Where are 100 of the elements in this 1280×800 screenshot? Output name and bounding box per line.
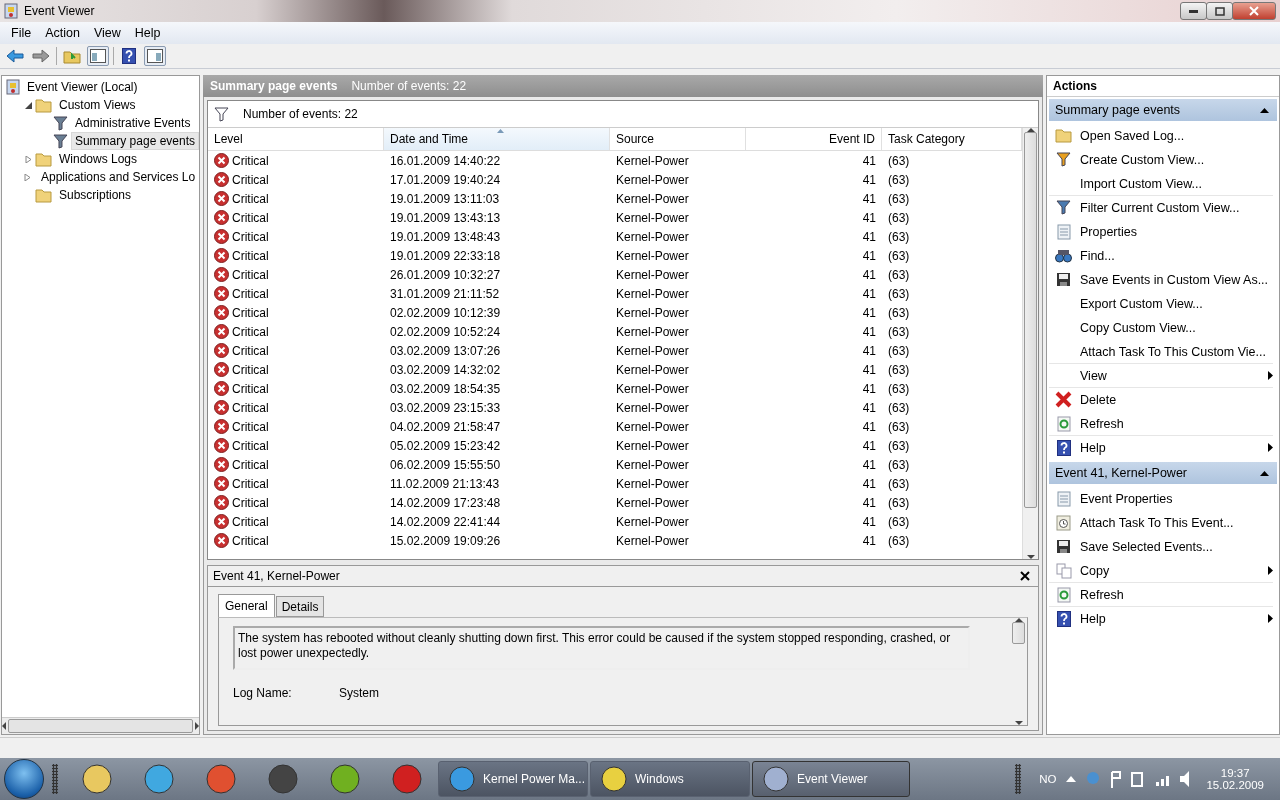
maximize-button[interactable] <box>1206 2 1233 20</box>
show-hidden-icons-icon[interactable] <box>1066 776 1077 782</box>
table-cell-text: (63) <box>887 324 911 339</box>
tree-item[interactable]: Applications and Services Lo <box>37 168 200 186</box>
command-link[interactable]: Properties <box>1049 220 1273 244</box>
command-link[interactable]: Attach Task To This Custom Vie... <box>1049 340 1273 364</box>
command-link[interactable]: Open Saved Log... <box>1049 124 1273 148</box>
pinned-app-icon[interactable] <box>390 763 424 795</box>
scroll-up-arrow-icon[interactable] <box>1026 128 1035 132</box>
collapse-icon[interactable] <box>1260 470 1269 476</box>
vertical-scrollbar[interactable] <box>1010 618 1027 725</box>
taskbar-button[interactable]: Kernel Power Ma... <box>438 761 588 797</box>
menu-item[interactable]: Action <box>38 26 87 40</box>
minimize-button[interactable] <box>1180 2 1207 20</box>
tree-item[interactable]: Custom Views <box>55 96 140 114</box>
table-cell-text: 11.02.2009 21:13:43 <box>389 476 501 491</box>
command-link[interactable]: Event Properties <box>1049 487 1273 511</box>
show-tree-button[interactable] <box>87 46 109 66</box>
table-cell: Critical <box>208 229 384 244</box>
scroll-right-arrow-icon[interactable] <box>195 722 199 730</box>
folder-icon <box>35 97 52 113</box>
menu-item[interactable]: File <box>4 26 39 40</box>
scrollbar-thumb[interactable] <box>1012 622 1025 644</box>
column-header[interactable]: Date and Time <box>384 128 610 150</box>
command-link[interactable]: Attach Task To This Event... <box>1049 511 1273 535</box>
close-button[interactable] <box>1232 2 1276 20</box>
horizontal-scrollbar[interactable] <box>2 717 199 734</box>
command-link[interactable]: Copy <box>1049 559 1273 583</box>
command-link[interactable]: Refresh <box>1049 583 1273 607</box>
table-cell-text: (63) <box>887 362 911 377</box>
critical-icon <box>214 153 229 168</box>
tree-item[interactable]: Windows Logs <box>55 150 142 168</box>
taskbar-button[interactable]: Event Viewer <box>752 761 910 797</box>
back-button[interactable] <box>4 46 26 66</box>
clock[interactable]: 19:37 15.02.2009 <box>1206 767 1264 791</box>
copy-icon <box>1055 562 1072 579</box>
command-link[interactable]: Export Custom View... <box>1049 292 1273 316</box>
table-cell-text: (63) <box>887 514 911 529</box>
collapsed-arrow-icon[interactable] <box>24 173 31 181</box>
menu-item[interactable]: View <box>86 26 128 40</box>
table-cell-text: (63) <box>887 267 911 282</box>
pinned-app-icon[interactable] <box>204 763 238 795</box>
critical-icon <box>214 229 229 244</box>
command-link[interactable]: Import Custom View... <box>1049 172 1273 196</box>
help-icon <box>1056 610 1071 627</box>
table-cell-text: (63) <box>887 305 911 320</box>
pinned-app-icon[interactable] <box>80 763 114 795</box>
table-cell-text: 16.01.2009 14:40:22 <box>389 153 502 168</box>
command-link[interactable]: Save Selected Events... <box>1049 535 1273 559</box>
section-header[interactable]: Summary page events <box>1049 99 1277 121</box>
show-action-pane-button[interactable] <box>144 46 166 66</box>
tab[interactable]: Details <box>275 596 325 617</box>
table-cell-text: (63) <box>887 191 911 206</box>
command-link[interactable]: Delete <box>1049 388 1273 412</box>
scroll-down-arrow-icon[interactable] <box>1026 555 1035 559</box>
scroll-up-arrow-icon[interactable] <box>1014 618 1023 622</box>
language-indicator[interactable]: NO <box>1039 773 1057 785</box>
command-link[interactable]: Find... <box>1049 244 1273 268</box>
pinned-app-icon[interactable] <box>142 763 176 795</box>
app-icon <box>449 766 475 792</box>
scrollbar-thumb[interactable] <box>1024 132 1037 508</box>
scroll-left-arrow-icon[interactable] <box>2 722 6 730</box>
table-cell: Critical <box>208 172 384 187</box>
detail-title: Event 41, Kernel-Power <box>213 569 340 583</box>
expanded-arrow-icon[interactable] <box>24 101 32 109</box>
start-button[interactable] <box>4 759 44 799</box>
pinned-app-icon[interactable] <box>266 763 300 795</box>
tree-item[interactable]: Summary page events <box>70 132 199 150</box>
field-value: System <box>339 686 379 700</box>
command-link[interactable]: Create Custom View... <box>1049 148 1273 172</box>
critical-icon <box>214 286 229 301</box>
table-cell-text: 05.02.2009 15:23:42 <box>389 438 502 453</box>
command-link[interactable]: Refresh <box>1049 412 1273 436</box>
close-icon[interactable] <box>1020 571 1030 581</box>
tree-item[interactable]: Administrative Events <box>71 114 195 132</box>
table-cell-text: (63) <box>887 210 911 225</box>
scroll-down-arrow-icon[interactable] <box>1014 721 1023 725</box>
command-link[interactable]: Help <box>1049 436 1273 460</box>
pinned-app-icon[interactable] <box>328 763 362 795</box>
tree-item[interactable]: Event Viewer (Local) <box>23 78 142 96</box>
table-cell-text: (63) <box>887 495 911 510</box>
command-link[interactable]: Save Events in Custom View As... <box>1049 268 1273 292</box>
tree-item[interactable]: Subscriptions <box>55 186 136 204</box>
collapsed-arrow-icon[interactable] <box>24 155 32 163</box>
table-cell-text: 14.02.2009 22:41:44 <box>389 514 502 529</box>
forward-button[interactable] <box>30 46 52 66</box>
command-link[interactable]: Copy Custom View... <box>1049 316 1273 340</box>
table-cell-text: 41 <box>861 533 877 548</box>
collapse-icon[interactable] <box>1260 107 1269 113</box>
tab[interactable]: General <box>218 594 275 617</box>
command-link[interactable]: Filter Current Custom View... <box>1049 196 1273 220</box>
section-header[interactable]: Event 41, Kernel-Power <box>1049 462 1277 484</box>
taskbar-button[interactable]: Windows <box>590 761 750 797</box>
vertical-scrollbar[interactable] <box>1022 128 1038 559</box>
table-cell-text: Kernel-Power <box>615 286 690 301</box>
command-link[interactable]: Help <box>1049 607 1273 631</box>
table-cell-text: (63) <box>887 248 911 263</box>
command-link[interactable]: View <box>1049 364 1273 388</box>
menu-item[interactable]: Help <box>127 26 168 40</box>
table-cell-text: 03.02.2009 18:54:35 <box>389 381 502 396</box>
